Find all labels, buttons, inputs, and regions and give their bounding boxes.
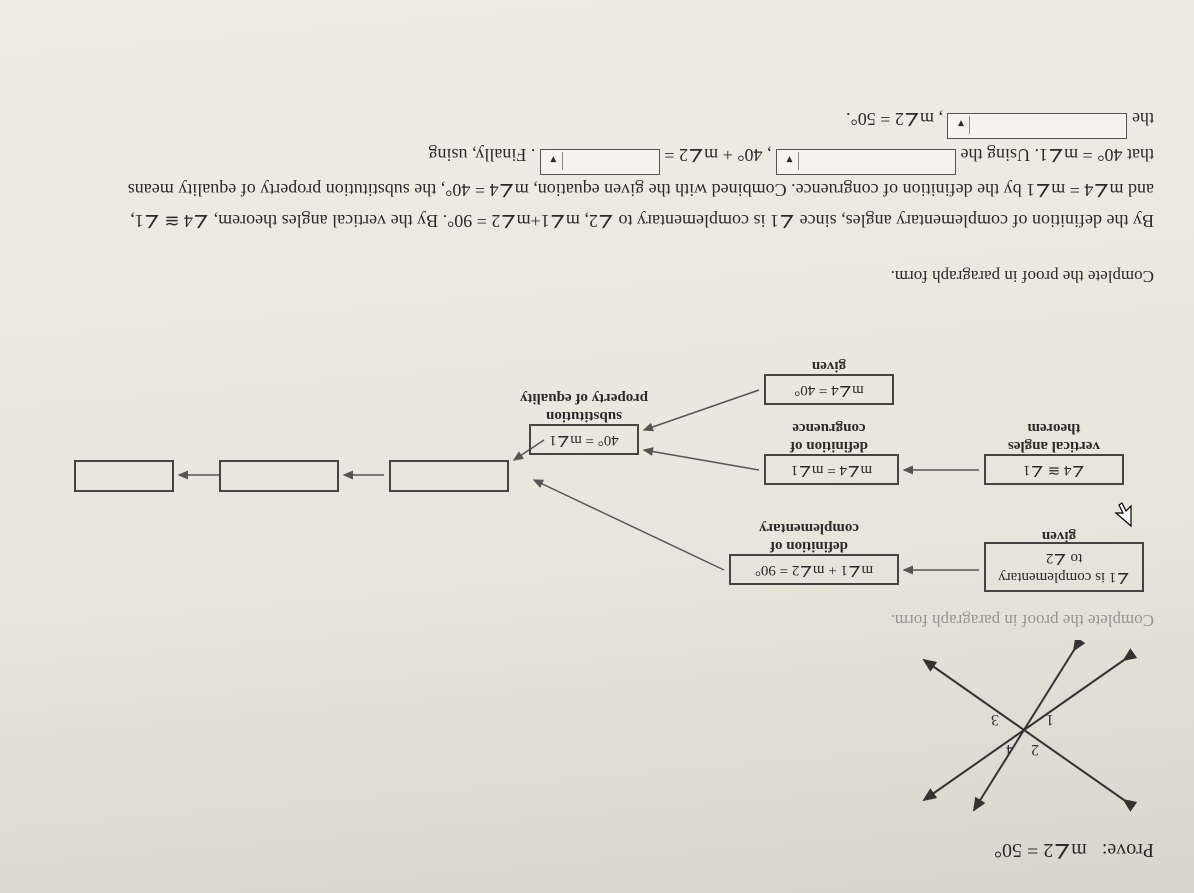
flowchart: ∠1 is complementary to ∠2 given m∠1 + m∠… — [54, 300, 1154, 600]
instruction-faint: Complete the proof in paragraph form. — [40, 610, 1154, 630]
node-sum-90: m∠1 + m∠2 = 90° — [729, 554, 899, 585]
instruction: Complete the proof in paragraph form. — [40, 266, 1154, 286]
node-complementary-given: ∠1 is complementary to ∠2 — [984, 543, 1144, 593]
proof-paragraph: By the definition of complementary angle… — [40, 104, 1154, 236]
chevron-down-icon: ▾ — [953, 116, 971, 134]
reason-given-1: given — [1019, 527, 1099, 545]
paragraph-line-2: and m∠4 = m∠1 by the definition of congr… — [128, 180, 1154, 200]
chevron-down-icon: ▾ — [781, 152, 799, 170]
prove-statement: m∠2 = 50° — [994, 839, 1087, 861]
paragraph-line-3a: that 40° = m∠1. Using the — [961, 145, 1154, 165]
prove-label: Prove: — [1102, 839, 1154, 861]
node-blank-2 — [219, 460, 339, 492]
node-blank-1 — [389, 460, 509, 492]
dropdown-value-1[interactable]: ▾ — [540, 149, 660, 175]
reason-vertical-angles: vertical angles theorem — [989, 419, 1119, 455]
node-40-eq-m1: 40° = m∠1 — [529, 424, 639, 455]
reason-substitution: substitution property of equality — [519, 389, 649, 425]
paragraph-line-4a: the — [1132, 109, 1154, 129]
reason-def-complementary: definition of complementary — [739, 519, 879, 555]
dropdown-property-2[interactable]: ▾ — [948, 113, 1128, 139]
prove-line: Prove: m∠2 = 50° — [40, 838, 1154, 863]
node-m4-40: m∠4 = 40° — [764, 374, 894, 405]
paragraph-line-3b: , 40° + m∠2 = — [664, 145, 771, 165]
chevron-down-icon: ▾ — [545, 152, 563, 170]
reason-given-2: given — [799, 357, 859, 375]
paragraph-line-4b: , m∠2 = 50°. — [846, 109, 943, 129]
mouse-cursor-icon — [1112, 500, 1134, 528]
node-blank-3 — [74, 460, 174, 492]
node-vertical-congruent: ∠4 ≅ ∠1 — [984, 454, 1124, 485]
diagram-svg: 1 2 3 4 — [894, 640, 1154, 820]
paragraph-line-3c: . Finally, using — [429, 145, 536, 165]
reason-def-congruence: definition of congruence — [769, 419, 889, 455]
paragraph-line-1: By the definition of complementary angle… — [130, 211, 1154, 231]
angle-label-2: 2 — [1031, 741, 1039, 758]
angle-label-4: 4 — [1006, 741, 1014, 758]
dropdown-property-1[interactable]: ▾ — [776, 149, 956, 175]
angle-label-1: 1 — [1046, 711, 1054, 728]
angle-label-3: 3 — [991, 711, 999, 728]
angle-diagram: 1 2 3 4 — [894, 640, 1154, 820]
node-measures-equal: m∠4 = m∠1 — [764, 454, 899, 485]
